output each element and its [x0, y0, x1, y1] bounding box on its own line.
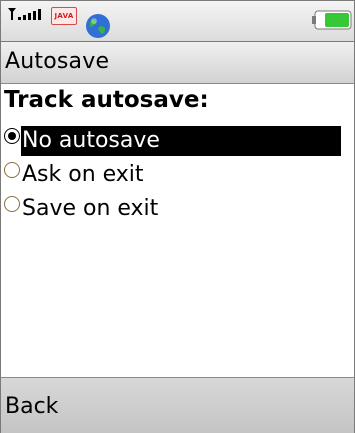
screen-title: Autosave [5, 49, 110, 74]
radio-unselected-icon[interactable] [4, 196, 20, 212]
option-label: Ask on exit [22, 162, 144, 187]
globe-icon [86, 14, 110, 38]
option-ask-on-exit[interactable]: Ask on exit [1, 160, 354, 194]
java-badge-text: JAVA [54, 12, 74, 20]
java-icon: JAVA [51, 7, 77, 25]
section-heading: Track autosave: [4, 87, 209, 113]
back-softkey[interactable]: Back [5, 394, 58, 419]
battery-icon [312, 10, 352, 30]
phone-screen: JAVA Autosave Track autosave: No autosav… [0, 0, 355, 433]
title-bar: Autosave [1, 42, 354, 84]
options-panel: Track autosave: No autosave Ask on exit … [1, 84, 354, 376]
radio-unselected-icon[interactable] [4, 162, 20, 178]
option-no-autosave[interactable]: No autosave [1, 126, 354, 160]
radio-selected-icon[interactable] [4, 128, 20, 144]
softkey-bar: Back [1, 377, 354, 433]
status-bar: JAVA [1, 1, 354, 42]
option-label: No autosave [21, 126, 341, 156]
option-label: Save on exit [22, 196, 159, 221]
option-save-on-exit[interactable]: Save on exit [1, 194, 354, 228]
signal-strength-icon [8, 8, 41, 20]
